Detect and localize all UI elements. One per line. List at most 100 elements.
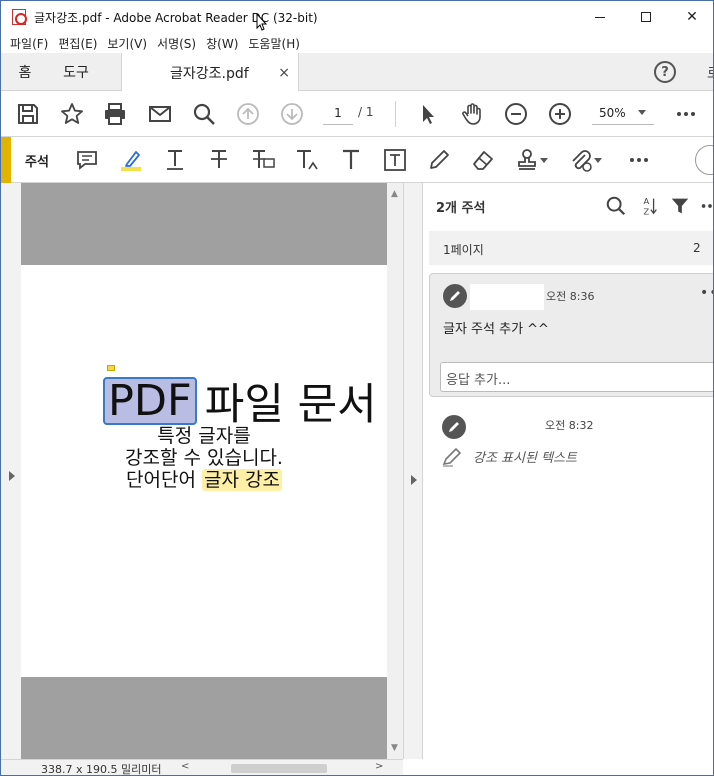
menu-bar: 파일(F) 편집(E) 보기(V) 서명(S) 창(W) 도움말(H) <box>1 33 713 53</box>
menu-window[interactable]: 창(W) <box>201 35 243 52</box>
mouse-cursor-icon <box>256 13 268 31</box>
sticky-note-icon[interactable] <box>75 148 99 172</box>
page-group-count: 2 <box>693 241 701 255</box>
hand-icon[interactable] <box>459 101 485 127</box>
window-controls: ✕ <box>577 1 713 33</box>
scroll-left-icon[interactable]: < <box>181 761 189 772</box>
mail-icon[interactable] <box>147 101 173 127</box>
highlight-icon[interactable] <box>119 148 143 172</box>
vertical-scrollbar[interactable]: ▲ ▼ <box>387 183 403 759</box>
more-icon[interactable] <box>627 148 651 172</box>
minimize-button[interactable] <box>577 1 623 33</box>
menu-view[interactable]: 보기(V) <box>102 35 152 52</box>
minimize-icon <box>595 16 605 18</box>
reply-input[interactable]: 응답 추가... <box>440 362 713 392</box>
textbox-icon[interactable] <box>383 148 407 172</box>
comment-marker-icon[interactable] <box>107 365 115 371</box>
svg-text:A: A <box>644 196 650 206</box>
status-bar: 338.7 x 190.5 밀리미터 < > <box>1 759 403 776</box>
print-icon[interactable] <box>102 101 128 127</box>
document-viewer[interactable]: PDF 파일 문서 특정 글자를 강조할 수 있습니다. 단어단어 글자 강조 … <box>1 183 403 759</box>
attach-icon[interactable] <box>569 148 593 172</box>
comment-toolbar: 주석 <box>1 137 713 183</box>
more-icon[interactable] <box>699 195 713 217</box>
page-up-icon[interactable] <box>235 101 261 127</box>
page-canvas: PDF 파일 문서 특정 글자를 강조할 수 있습니다. 단어단어 글자 강조 <box>21 183 387 759</box>
left-panel-toggle[interactable] <box>1 183 21 759</box>
pencil-icon[interactable] <box>427 148 451 172</box>
selected-text[interactable]: PDF <box>103 377 197 425</box>
scroll-up-icon[interactable]: ▲ <box>391 189 398 199</box>
star-icon[interactable] <box>59 101 85 127</box>
tab-document[interactable]: 글자강조.pdf × <box>121 53 299 92</box>
page-dimensions: 338.7 x 190.5 밀리미터 <box>41 763 162 776</box>
comment-toolbar-accent <box>1 137 11 183</box>
page-number-input[interactable]: 1 <box>323 101 353 125</box>
help-icon[interactable]: ? <box>654 61 676 83</box>
underline-icon[interactable] <box>163 148 187 172</box>
comment-time: 오전 8:36 <box>546 290 595 303</box>
signin-button[interactable]: 로 <box>707 63 713 83</box>
page-total: / 1 <box>358 105 374 119</box>
tab-close-button[interactable]: × <box>278 65 290 81</box>
sort-icon[interactable]: AZ <box>638 195 660 217</box>
menu-edit[interactable]: 편집(E) <box>53 35 102 52</box>
scroll-thumb[interactable] <box>231 764 327 773</box>
close-toolbar-button[interactable] <box>695 145 713 175</box>
close-window-button[interactable]: ✕ <box>669 1 713 33</box>
stamp-icon[interactable] <box>515 148 539 172</box>
comment-time: 오전 8:32 <box>545 419 594 432</box>
zoom-out-icon[interactable] <box>503 101 529 127</box>
comment-card[interactable]: 오전 8:32 강조 표시된 텍스트 <box>429 409 713 475</box>
comment-text: 글자 주석 추가 ^^ <box>443 322 549 337</box>
svg-text:Z: Z <box>644 206 650 216</box>
save-icon[interactable] <box>15 101 41 127</box>
tab-tools[interactable]: 도구 <box>49 53 103 91</box>
comments-pane: 2개 주석 AZ 1페이지 2 오전 8:36 ••• 글자 주석 추가 ^^ … <box>423 183 713 775</box>
strikethrough-icon[interactable] <box>207 148 231 172</box>
scroll-right-icon[interactable]: > <box>375 761 383 772</box>
comment-text: 강조 표시된 텍스트 <box>473 451 577 466</box>
comment-toolbar-label: 주석 <box>25 155 49 170</box>
pane-splitter[interactable] <box>403 183 423 759</box>
text-icon[interactable] <box>339 148 363 172</box>
zoom-in-icon[interactable] <box>547 101 573 127</box>
acrobat-window: 글자강조.pdf - Adobe Acrobat Reader DC (32-b… <box>0 0 714 776</box>
eraser-icon[interactable] <box>471 148 495 172</box>
pen-icon <box>449 422 459 432</box>
horizontal-scrollbar[interactable]: < > <box>179 761 385 775</box>
comment-more-button[interactable]: ••• <box>700 285 713 301</box>
menu-sign[interactable]: 서명(S) <box>152 35 201 52</box>
search-icon[interactable] <box>191 101 217 127</box>
more-icon[interactable] <box>673 101 699 127</box>
maximize-button[interactable] <box>623 1 669 33</box>
chevron-down-icon[interactable] <box>593 148 603 172</box>
replace-text-icon[interactable] <box>251 148 275 172</box>
filter-icon[interactable] <box>669 195 691 217</box>
chevron-down-icon[interactable] <box>539 148 549 172</box>
page-group-header[interactable]: 1페이지 2 <box>429 231 713 265</box>
toolbar-divider <box>395 101 396 127</box>
search-icon[interactable] <box>605 195 627 217</box>
menu-help[interactable]: 도움말(H) <box>243 35 305 52</box>
pdf-line-4-plain: 단어단어 <box>126 469 196 491</box>
tab-document-label: 글자강조.pdf <box>170 65 249 82</box>
chevron-down-icon[interactable] <box>638 110 646 115</box>
avatar <box>443 284 467 308</box>
acrobat-app-icon <box>12 9 27 25</box>
tab-bar: 홈 도구 글자강조.pdf × ? 로 <box>1 53 713 92</box>
select-cursor-icon[interactable] <box>415 101 441 127</box>
pdf-line-4: 단어단어 글자 강조 <box>21 465 387 492</box>
page-down-icon[interactable] <box>279 101 305 127</box>
author-name <box>469 413 543 439</box>
scroll-down-icon[interactable]: ▼ <box>391 743 398 753</box>
comment-card[interactable]: 오전 8:36 ••• 글자 주석 추가 ^^ 응답 추가... <box>429 273 713 397</box>
chevron-right-icon <box>9 471 15 481</box>
chevron-right-icon[interactable] <box>411 475 417 485</box>
main-toolbar: 1 / 1 50% <box>1 91 713 137</box>
page-group-label: 1페이지 <box>443 243 484 257</box>
menu-file[interactable]: 파일(F) <box>5 35 53 52</box>
insert-text-icon[interactable] <box>295 148 319 172</box>
tab-home[interactable]: 홈 <box>1 53 49 91</box>
highlighted-text[interactable]: 글자 강조 <box>202 469 282 491</box>
